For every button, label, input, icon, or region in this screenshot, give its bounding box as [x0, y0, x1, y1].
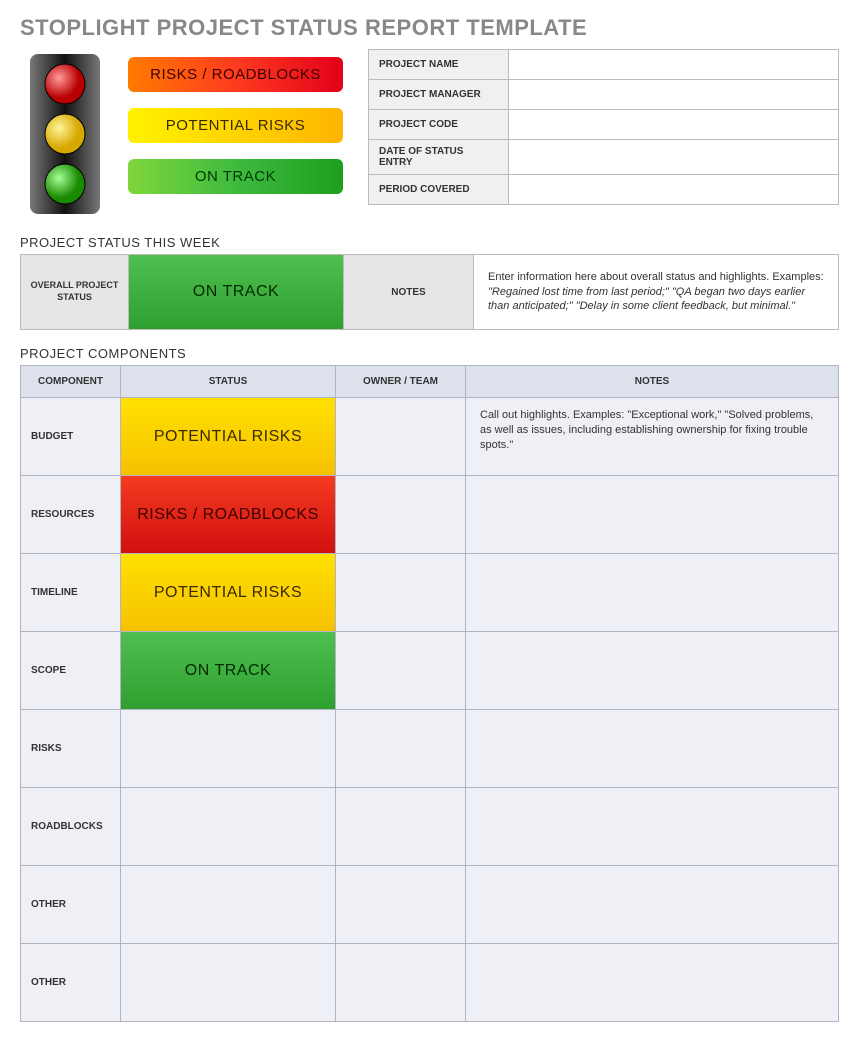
component-label: OTHER [21, 866, 121, 944]
component-owner-cell[interactable] [336, 554, 466, 632]
notes-plain: Enter information here about overall sta… [488, 271, 824, 283]
table-row: RISKS [21, 710, 839, 788]
info-label: PROJECT MANAGER [369, 80, 509, 110]
component-status-cell[interactable]: ON TRACK [121, 632, 336, 710]
component-notes-cell[interactable] [466, 944, 839, 1022]
component-owner-cell[interactable] [336, 788, 466, 866]
page-title: STOPLIGHT PROJECT STATUS REPORT TEMPLATE [20, 15, 839, 41]
status-badge: POTENTIAL RISKS [121, 554, 335, 631]
component-status-cell[interactable]: POTENTIAL RISKS [121, 398, 336, 476]
section-status-week: PROJECT STATUS THIS WEEK [20, 235, 839, 250]
component-owner-cell[interactable] [336, 710, 466, 788]
info-value[interactable] [509, 110, 839, 140]
component-status-cell[interactable] [121, 710, 336, 788]
component-owner-cell[interactable] [336, 944, 466, 1022]
legend-pill-yellow: POTENTIAL RISKS [128, 108, 343, 143]
notes-label: NOTES [344, 255, 474, 330]
legend-pill-red: RISKS / ROADBLOCKS [128, 57, 343, 92]
table-row: TIMELINEPOTENTIAL RISKS [21, 554, 839, 632]
col-owner: OWNER / TEAM [336, 366, 466, 398]
component-owner-cell[interactable] [336, 632, 466, 710]
component-owner-cell[interactable] [336, 476, 466, 554]
component-notes-cell[interactable] [466, 632, 839, 710]
components-table: COMPONENT STATUS OWNER / TEAM NOTES BUDG… [20, 365, 839, 1022]
table-row: RESOURCESRISKS / ROADBLOCKS [21, 476, 839, 554]
component-status-cell[interactable] [121, 788, 336, 866]
table-row: ROADBLOCKS [21, 788, 839, 866]
component-notes-cell[interactable] [466, 710, 839, 788]
component-status-cell[interactable]: POTENTIAL RISKS [121, 554, 336, 632]
notes-italic: "Regained lost time from last period;" "… [488, 286, 805, 313]
component-label: RISKS [21, 710, 121, 788]
info-value[interactable] [509, 140, 839, 175]
project-info-table: PROJECT NAME PROJECT MANAGER PROJECT COD… [368, 49, 839, 205]
col-notes: NOTES [466, 366, 839, 398]
overall-status-badge: ON TRACK [129, 255, 343, 329]
status-badge: POTENTIAL RISKS [121, 398, 335, 475]
status-badge: ON TRACK [121, 632, 335, 709]
component-label: RESOURCES [21, 476, 121, 554]
col-status: STATUS [121, 366, 336, 398]
component-label: SCOPE [21, 632, 121, 710]
info-value[interactable] [509, 50, 839, 80]
table-row: BUDGETPOTENTIAL RISKS Call out highlights… [21, 398, 839, 476]
component-notes-cell[interactable] [466, 866, 839, 944]
component-label: ROADBLOCKS [21, 788, 121, 866]
component-notes-cell[interactable] [466, 476, 839, 554]
section-components: PROJECT COMPONENTS [20, 346, 839, 361]
info-label: PROJECT CODE [369, 110, 509, 140]
legend-pills: RISKS / ROADBLOCKS POTENTIAL RISKS ON TR… [128, 49, 343, 202]
table-row: SCOPEON TRACK [21, 632, 839, 710]
table-row: OTHER [21, 944, 839, 1022]
component-notes-cell[interactable] [466, 788, 839, 866]
stoplight-icon [20, 49, 110, 219]
overall-status-label: OVERALL PROJECT STATUS [21, 255, 129, 330]
component-status-cell[interactable]: RISKS / ROADBLOCKS [121, 476, 336, 554]
info-value[interactable] [509, 175, 839, 205]
component-label: OTHER [21, 944, 121, 1022]
component-status-cell[interactable] [121, 866, 336, 944]
notes-cell[interactable]: Enter information here about overall sta… [474, 255, 839, 330]
info-value[interactable] [509, 80, 839, 110]
legend-box: RISKS / ROADBLOCKS POTENTIAL RISKS ON TR… [20, 49, 343, 219]
info-label: DATE OF STATUS ENTRY [369, 140, 509, 175]
component-status-cell[interactable] [121, 944, 336, 1022]
info-label: PROJECT NAME [369, 50, 509, 80]
legend-pill-green: ON TRACK [128, 159, 343, 194]
component-owner-cell[interactable] [336, 398, 466, 476]
component-notes-cell[interactable]: Call out highlights. Examples: "Exceptio… [466, 398, 839, 476]
component-label: TIMELINE [21, 554, 121, 632]
component-owner-cell[interactable] [336, 866, 466, 944]
col-component: COMPONENT [21, 366, 121, 398]
status-week-table: OVERALL PROJECT STATUS ON TRACK NOTES En… [20, 254, 839, 330]
status-badge: RISKS / ROADBLOCKS [121, 476, 335, 553]
component-notes-cell[interactable] [466, 554, 839, 632]
component-label: BUDGET [21, 398, 121, 476]
info-label: PERIOD COVERED [369, 175, 509, 205]
top-row: RISKS / ROADBLOCKS POTENTIAL RISKS ON TR… [20, 49, 839, 219]
overall-status-cell[interactable]: ON TRACK [129, 255, 344, 330]
table-row: OTHER [21, 866, 839, 944]
